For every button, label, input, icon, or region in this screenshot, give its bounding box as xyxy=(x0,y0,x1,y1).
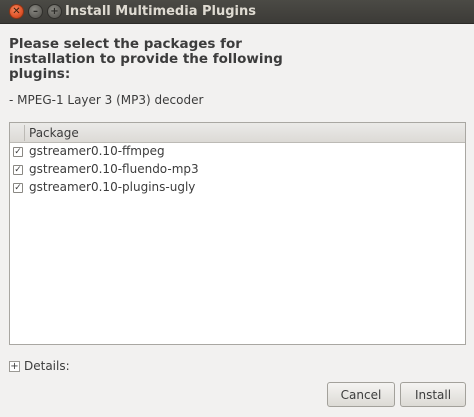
package-row[interactable]: ✓ gstreamer0.10-fluendo-mp3 xyxy=(10,161,465,179)
package-row[interactable]: ✓ gstreamer0.10-plugins-ugly xyxy=(10,179,465,197)
details-label[interactable]: Details: xyxy=(24,359,70,373)
maximize-icon[interactable]: + xyxy=(47,4,62,19)
checkmark-icon[interactable]: ✓ xyxy=(13,147,23,157)
minimize-icon[interactable]: – xyxy=(28,4,43,19)
package-column-label: Package xyxy=(29,126,79,140)
details-expander[interactable]: + Details: xyxy=(9,359,70,373)
package-column-header[interactable]: Package xyxy=(10,123,465,143)
package-row[interactable]: ✓ gstreamer0.10-ffmpeg xyxy=(10,143,465,161)
package-name: gstreamer0.10-plugins-ugly xyxy=(29,180,196,194)
plugin-description: - MPEG-1 Layer 3 (MP3) decoder xyxy=(9,93,204,107)
window-title: Install Multimedia Plugins xyxy=(65,4,256,19)
close-icon[interactable]: ✕ xyxy=(9,4,24,19)
package-list[interactable]: Package ✓ gstreamer0.10-ffmpeg ✓ gstream… xyxy=(9,122,466,345)
title-bar: ✕ – + Install Multimedia Plugins xyxy=(0,0,474,24)
package-name: gstreamer0.10-fluendo-mp3 xyxy=(29,162,199,176)
checkmark-icon[interactable]: ✓ xyxy=(13,183,23,193)
checkmark-icon[interactable]: ✓ xyxy=(13,165,23,175)
install-button[interactable]: Install xyxy=(400,382,466,407)
expander-plus-icon[interactable]: + xyxy=(9,360,20,372)
dialog-heading: Please select the packages for installat… xyxy=(9,36,283,82)
column-separator xyxy=(24,125,25,141)
package-name: gstreamer0.10-ffmpeg xyxy=(29,144,165,158)
cancel-button[interactable]: Cancel xyxy=(327,382,395,407)
